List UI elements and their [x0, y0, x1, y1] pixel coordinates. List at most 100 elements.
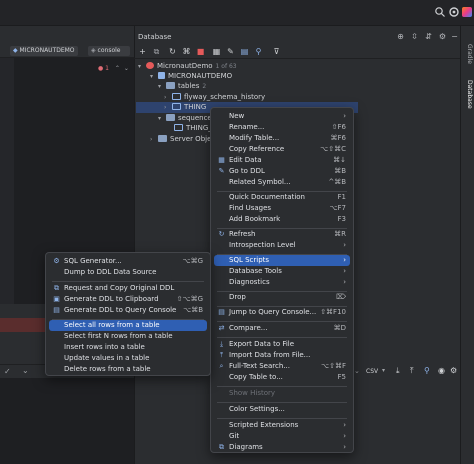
gear-icon[interactable]: ⚙	[450, 366, 457, 375]
menu-item-git[interactable]: Git ›	[214, 431, 350, 442]
submenu-item-update-values[interactable]: Update values in a table	[49, 353, 207, 364]
tree-node-table[interactable]: › THING	[164, 102, 206, 112]
ddl-icon[interactable]: ⚲	[424, 366, 430, 375]
add-icon[interactable]: +	[138, 47, 147, 56]
chevron-down-icon[interactable]: ⌄	[124, 65, 129, 72]
submenu-item-dump-to-ddl[interactable]: Dump to DDL Data Source	[49, 267, 207, 278]
export-format-selector[interactable]: CSV	[366, 368, 378, 375]
chevron-right-icon[interactable]: ›	[150, 135, 158, 145]
submenu-item-request-original-ddl[interactable]: ⧉ Request and Copy Original DDL	[49, 283, 207, 294]
menu-item-new[interactable]: New ›	[214, 111, 350, 122]
menu-item-import-data[interactable]: ⤒ Import Data from File...	[214, 350, 350, 361]
table-name: flyway_schema_history	[184, 93, 266, 101]
chevron-down-icon[interactable]: ▾	[138, 62, 146, 72]
menu-item-database-tools[interactable]: Database Tools ›	[214, 266, 350, 277]
chevron-up-icon[interactable]: ⌃	[115, 65, 120, 72]
console-open-icon[interactable]: ▤	[240, 47, 249, 56]
properties-icon[interactable]: ⌘	[182, 47, 191, 56]
table-name: THING	[184, 103, 207, 111]
console-selector[interactable]: ◈ console	[88, 46, 130, 56]
menu-item-jump-to-query-console[interactable]: ▤ Jump to Query Console... ⇧⌘F10	[214, 307, 350, 318]
menu-item-diagnostics[interactable]: Diagnostics ›	[214, 277, 350, 288]
menu-item-rename[interactable]: Rename... ⇧F6	[214, 122, 350, 133]
database-tab[interactable]: Database	[463, 80, 473, 109]
refresh-icon[interactable]: ↻	[168, 47, 177, 56]
menu-item-color-settings[interactable]: Color Settings...	[214, 404, 350, 415]
submenu-item-select-all-rows[interactable]: Select all rows from a table	[49, 320, 207, 331]
menu-item-full-text-search[interactable]: ⌕ Full-Text Search... ⌥⇧⌘F	[214, 361, 350, 372]
tree-node-sequences[interactable]: ▾ sequences	[158, 113, 215, 123]
dropdown-icon[interactable]: ⌄	[354, 367, 360, 375]
chevron-down-icon[interactable]: ▾	[150, 72, 158, 82]
collapse-all-icon[interactable]: ⇳	[410, 32, 419, 41]
menu-item-add-bookmark[interactable]: Add Bookmark F3	[214, 214, 350, 225]
expand-all-icon[interactable]: ⇵	[424, 32, 433, 41]
table-view-icon[interactable]: ▦	[212, 47, 221, 56]
compare-icon: ⇄	[218, 324, 225, 332]
right-tool-strip: Gradle Database	[460, 26, 474, 464]
menu-item-introspection-level[interactable]: Introspection Level ›	[214, 240, 350, 251]
menu-item-edit-data[interactable]: ▦ Edit Data ⌘↓	[214, 155, 350, 166]
submenu-item-ddl-to-console[interactable]: ▤ Generate DDL to Query Console ⌥⌘B	[49, 305, 207, 316]
warning-indicator[interactable]: ● 1 ⌃ ⌄	[98, 65, 129, 72]
search-icon[interactable]	[434, 6, 446, 18]
sequence-icon	[174, 124, 183, 131]
edit-icon[interactable]: ✎	[226, 47, 235, 56]
menu-item-sql-scripts[interactable]: SQL Scripts ›	[214, 255, 350, 266]
tree-node-tables[interactable]: ▾ tables 2	[158, 81, 206, 91]
chevron-down-icon[interactable]: ▾	[158, 114, 166, 124]
results-toolbar: ⌄ CSV ▾ ⤓ ⤒ ⚲ ◉ ⚙	[352, 364, 460, 380]
submenu-item-delete-rows[interactable]: Delete rows from a table	[49, 364, 207, 375]
menu-item-copy-table[interactable]: Copy Table to... F5	[214, 372, 350, 383]
download-icon[interactable]: ⤓	[396, 366, 400, 376]
gear-icon[interactable]: ⚙	[438, 32, 447, 41]
stop-icon[interactable]: ■	[196, 47, 205, 56]
sequence-name: THING_	[186, 124, 212, 132]
menu-item-scripted-extensions[interactable]: Scripted Extensions ›	[214, 420, 350, 431]
menu-item-compare[interactable]: ⇄ Compare... ⌘D	[214, 323, 350, 334]
dropdown-icon[interactable]: ⌄	[22, 366, 29, 375]
tree-node-sequence[interactable]: THING_	[174, 123, 212, 133]
menu-item-copy-reference[interactable]: Copy Reference ⌥⇧⌘C	[214, 144, 350, 155]
filter-icon[interactable]: ⊽	[272, 47, 281, 56]
chevron-down-icon[interactable]: ▾	[158, 82, 166, 92]
menu-item-find-usages[interactable]: Find Usages ⌥F7	[214, 203, 350, 214]
crosshair-icon[interactable]: ⊕	[396, 32, 405, 41]
datasource-name: MicronautDemo	[157, 62, 213, 70]
gradle-tab[interactable]: Gradle	[463, 44, 473, 64]
tree-node-datasource[interactable]: ▾ MicronautDemo 1 of 63	[138, 61, 237, 71]
datasource-selector[interactable]: ◆ MICRONAUTDEMO	[10, 46, 78, 56]
menu-item-refresh[interactable]: ↻ Refresh ⌘R	[214, 229, 350, 240]
chevron-right-icon[interactable]: ›	[164, 103, 172, 113]
menu-item-export-data[interactable]: ⤓ Export Data to File	[214, 339, 350, 350]
menu-item-modify-table[interactable]: Modify Table... ⌘F6	[214, 133, 350, 144]
settings-icon[interactable]	[448, 6, 460, 18]
submenu-item-sql-generator[interactable]: ⚙ SQL Generator... ⌥⌘G	[49, 256, 207, 267]
schema-icon[interactable]: ⚲	[254, 47, 263, 56]
folder-icon	[166, 82, 175, 89]
upload-icon[interactable]: ⤒	[410, 366, 414, 376]
minimize-icon[interactable]: −	[450, 32, 459, 41]
tables-count: 2	[202, 83, 207, 90]
menu-item-go-to-ddl[interactable]: ✎ Go to DDL ⌘B	[214, 166, 350, 177]
folder-icon	[158, 135, 167, 142]
datasource-badge: 1 of 63	[215, 63, 237, 70]
check-icon[interactable]: ✓	[4, 367, 11, 376]
chevron-right-icon: ›	[343, 421, 346, 429]
menu-item-diagrams[interactable]: ⧉ Diagrams ›	[214, 442, 350, 453]
tree-node-table[interactable]: › flyway_schema_history	[164, 92, 265, 102]
tree-node-schema[interactable]: ▾ MICRONAUTDEMO	[150, 71, 232, 81]
chevron-right-icon: ›	[343, 443, 346, 451]
chevron-down-icon[interactable]: ▾	[382, 367, 385, 374]
eye-icon[interactable]: ◉	[438, 366, 445, 375]
menu-item-drop[interactable]: Drop ⌦	[214, 292, 350, 303]
submenu-item-insert-rows[interactable]: Insert rows into a table	[49, 342, 207, 353]
menu-item-show-history: Show History	[229, 389, 276, 397]
submenu-item-select-first-n-rows[interactable]: Select first N rows from a table	[49, 331, 207, 342]
menu-item-quick-documentation[interactable]: Quick Documentation F1	[214, 192, 350, 203]
submenu-item-ddl-to-clipboard[interactable]: ▣ Generate DDL to Clipboard ⇧⌥⌘G	[49, 294, 207, 305]
clipboard-icon: ▣	[53, 295, 60, 303]
copy-icon[interactable]: ⧉	[152, 47, 161, 56]
chevron-right-icon: ›	[343, 267, 346, 275]
menu-item-related-symbol[interactable]: Related Symbol... ^⌘B	[214, 177, 350, 188]
